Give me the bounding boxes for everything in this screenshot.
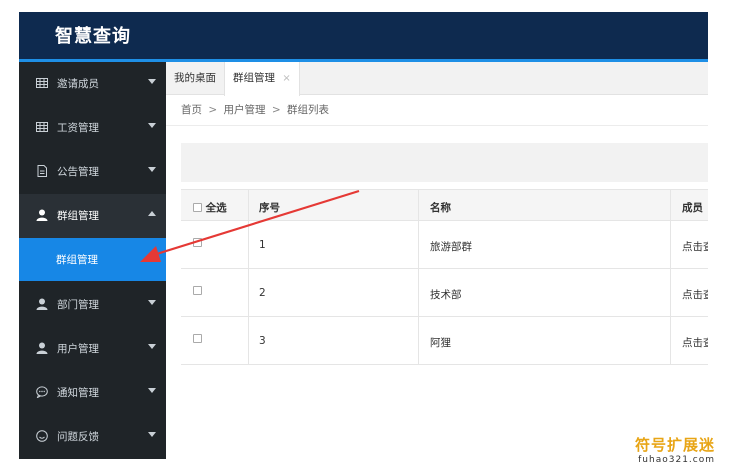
user-icon <box>36 209 48 221</box>
select-all-label: 全选 <box>205 202 227 214</box>
user-icon <box>36 298 48 310</box>
breadcrumb-home[interactable]: 首页 <box>181 104 202 116</box>
column-divider <box>418 190 419 220</box>
sidebar-item-groups[interactable]: 群组管理 <box>19 194 166 238</box>
tab-bar: 我的桌面 群组管理 × <box>166 62 708 96</box>
column-divider <box>670 221 671 268</box>
select-all-checkbox[interactable] <box>193 203 202 212</box>
row-members-link[interactable]: 点击查 <box>682 335 708 350</box>
document-icon <box>37 165 47 177</box>
row-checkbox[interactable] <box>193 237 202 249</box>
sidebar-item-label: 邀请成员 <box>57 78 99 90</box>
sidebar-item-label: 公告管理 <box>57 166 99 178</box>
column-header-name: 名称 <box>430 202 451 214</box>
row-members-link[interactable]: 点击查 <box>682 239 708 254</box>
app-title: 智慧查询 <box>55 26 131 47</box>
sidebar-item-label: 问题反馈 <box>57 431 99 443</box>
row-name: 技术部 <box>430 289 462 301</box>
chat-icon <box>36 386 48 398</box>
chevron-down-icon <box>148 344 156 349</box>
column-divider <box>418 317 419 364</box>
chevron-down-icon <box>148 123 156 128</box>
table-row: 3 阿狸 点击查 <box>181 317 708 365</box>
toolbar <box>181 143 708 182</box>
watermark-title: 符号扩展迷 <box>634 436 715 454</box>
sidebar: 邀请成员 工资管理 公告管理 群组管理 群组管理 部门管理 用户管理 通知管理 … <box>19 62 166 459</box>
tab-label: 我的桌面 <box>174 72 216 84</box>
table-icon <box>36 78 48 88</box>
column-divider <box>248 317 249 364</box>
chevron-down-icon <box>148 432 156 437</box>
chevron-down-icon <box>148 79 156 84</box>
chevron-down-icon <box>148 167 156 172</box>
chevron-down-icon <box>148 300 156 305</box>
sidebar-subitem-label: 群组管理 <box>56 254 98 266</box>
column-divider <box>418 221 419 268</box>
sidebar-item-feedback[interactable]: 问题反馈 <box>19 415 166 459</box>
sidebar-item-notifications[interactable]: 通知管理 <box>19 371 166 415</box>
sidebar-item-label: 群组管理 <box>57 210 99 222</box>
app-window: 智慧查询 邀请成员 工资管理 公告管理 群组管理 群组管理 部门管理 用户管理 … <box>19 12 708 459</box>
column-divider <box>248 221 249 268</box>
sidebar-item-departments[interactable]: 部门管理 <box>19 283 166 327</box>
sidebar-subitem-groups[interactable]: 群组管理 <box>19 238 166 281</box>
sidebar-item-label: 通知管理 <box>57 387 99 399</box>
breadcrumb-separator: > <box>208 104 218 116</box>
breadcrumb-divider <box>166 125 708 126</box>
breadcrumb: 首页 > 用户管理 > 群组列表 <box>181 102 329 117</box>
tab-group-management[interactable]: 群组管理 × <box>224 62 300 96</box>
watermark-url: fuhao321.com <box>638 455 715 465</box>
sidebar-item-label: 工资管理 <box>57 122 99 134</box>
sidebar-item-salary[interactable]: 工资管理 <box>19 106 166 150</box>
sidebar-item-label: 部门管理 <box>57 299 99 311</box>
table-header: 全选 序号 名称 成员 <box>181 189 708 221</box>
row-checkbox[interactable] <box>193 285 202 297</box>
tab-label: 群组管理 <box>233 72 275 84</box>
chevron-up-icon <box>148 211 156 216</box>
row-number: 1 <box>259 239 266 251</box>
close-icon[interactable]: × <box>282 73 290 84</box>
table-row: 1 旅游部群 点击查 <box>181 221 708 269</box>
table-icon <box>36 122 48 132</box>
column-divider <box>670 190 671 220</box>
sidebar-item-users[interactable]: 用户管理 <box>19 327 166 371</box>
column-divider <box>670 317 671 364</box>
tab-my-desktop[interactable]: 我的桌面 <box>166 62 224 95</box>
sidebar-item-label: 用户管理 <box>57 343 99 355</box>
column-divider <box>248 190 249 220</box>
user-icon <box>36 342 48 354</box>
column-divider <box>418 269 419 316</box>
row-name: 旅游部群 <box>430 241 472 253</box>
row-number: 3 <box>259 335 266 347</box>
sidebar-item-invite-members[interactable]: 邀请成员 <box>19 62 166 106</box>
sidebar-item-announcements[interactable]: 公告管理 <box>19 150 166 194</box>
column-header-number: 序号 <box>259 202 280 214</box>
row-members-link[interactable]: 点击查 <box>682 287 708 302</box>
row-checkbox[interactable] <box>193 333 202 345</box>
breadcrumb-user-management[interactable]: 用户管理 <box>224 104 266 116</box>
top-bar: 智慧查询 <box>19 12 708 59</box>
select-all[interactable]: 全选 <box>193 200 227 215</box>
smile-icon <box>36 430 48 442</box>
watermark: 符号扩展迷 fuhao321.com <box>635 434 715 465</box>
column-divider <box>670 269 671 316</box>
column-header-members: 成员 <box>682 202 703 214</box>
breadcrumb-separator: > <box>271 104 281 116</box>
table-row: 2 技术部 点击查 <box>181 269 708 317</box>
chevron-down-icon <box>148 388 156 393</box>
row-number: 2 <box>259 287 266 299</box>
breadcrumb-group-list: 群组列表 <box>287 104 329 116</box>
row-name: 阿狸 <box>430 337 451 349</box>
column-divider <box>248 269 249 316</box>
